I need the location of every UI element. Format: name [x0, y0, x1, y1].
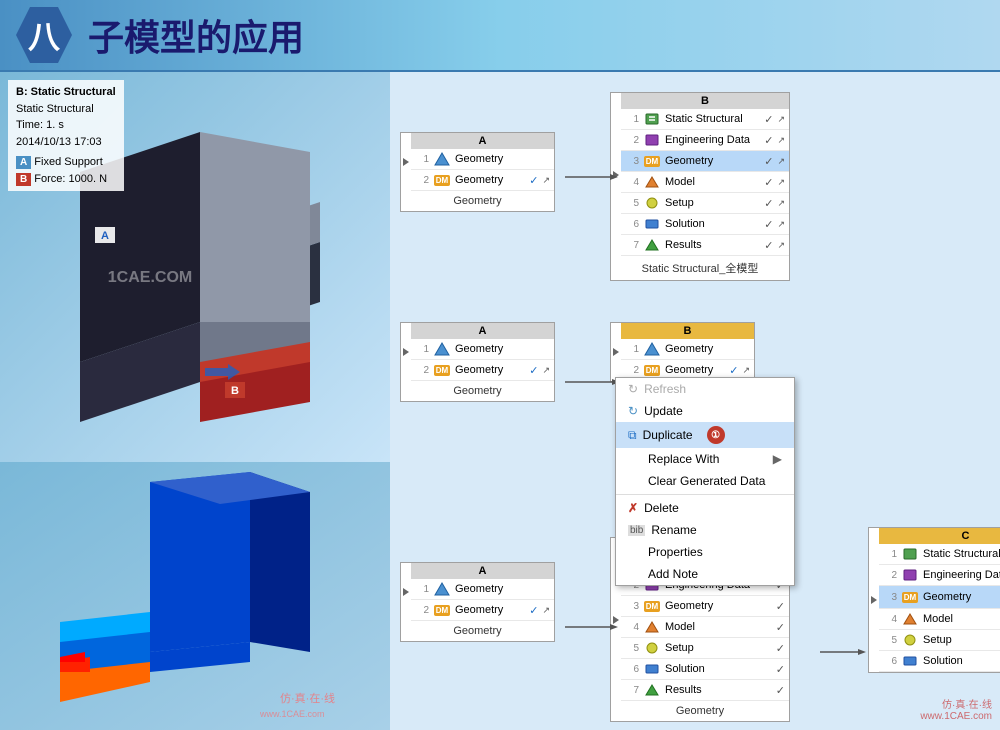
setup-icon [643, 195, 661, 211]
panel-b-top-row-7[interactable]: 7 Results ✓ ↗ [621, 235, 789, 256]
header-title: 子模型的应用 [88, 9, 304, 61]
dm-icon-mid-b: DM [643, 362, 661, 378]
fea-subtitle: Static Structural [16, 101, 116, 118]
panel-b-top-row-5[interactable]: 5 Setup ✓ ↗ [621, 193, 789, 214]
menu-item-clear[interactable]: Clear Generated Data [616, 470, 794, 492]
static-struct-icon [643, 111, 661, 127]
panel-a-mid: A 1 Geometry 2 DM Geometry ✓ ↗ [400, 322, 555, 402]
delete-icon: ✗ [628, 501, 638, 515]
panel-b-bot-row-6[interactable]: 6 Solution ✓ [621, 659, 789, 680]
menu-item-update[interactable]: ↻ Update [616, 400, 794, 422]
panel-a-bot-row-2[interactable]: 2 DM Geometry ✓ ↗ [411, 600, 554, 621]
panel-b-top-row-2[interactable]: 2 Engineering Data ✓ ↗ [621, 130, 789, 151]
model-icon [643, 174, 661, 190]
stress-panel: B: Static Structural 全模型 Equivalent Stre… [0, 462, 390, 730]
panel-b-top-row-4[interactable]: 4 Model ✓ ↗ [621, 172, 789, 193]
fea-time: Time: 1. s [16, 117, 116, 134]
results-icon [643, 237, 661, 253]
panel-a-bot-row-1[interactable]: 1 Geometry [411, 579, 554, 600]
menu-item-duplicate[interactable]: ⧉ Duplicate ① [616, 422, 794, 448]
panel-b-bot-label: Geometry [611, 701, 789, 721]
duplicate-icon: ⧉ [628, 428, 637, 443]
panel-b-top-label: Static Structural_全模型 [611, 256, 789, 280]
panel-c-bot-row-5[interactable]: 5 Setup ⚡ [879, 630, 1000, 651]
svg-text:B: B [231, 385, 239, 397]
dm-icon-mid: DM [433, 362, 451, 378]
dm-icon-bot-a: DM [433, 602, 451, 618]
fea-item-a: A Fixed Support [16, 154, 116, 171]
panel-c-bot: C 1 Static Structural ✓ ↗ 2 [868, 527, 1000, 673]
panel-b-bot-row-3[interactable]: 3 DM Geometry ✓ [621, 596, 789, 617]
panel-a-mid-row-1[interactable]: 1 Geometry [411, 339, 554, 360]
geometry-icon-mid [433, 341, 451, 357]
rename-icon: bib [628, 525, 645, 536]
panel-a-bot-label: Geometry [401, 621, 554, 641]
right-area: A 1 Geometry 2 DM Geometry ✓ [390, 72, 1000, 730]
panel-b-top-row-6[interactable]: 6 Solution ✓ ↗ [621, 214, 789, 235]
panel-a-bot: A 1 Geometry 2 DM Geometry ✓ ↗ [400, 562, 555, 642]
badge-a: A [16, 156, 31, 169]
eng-data-icon [643, 132, 661, 148]
menu-item-refresh[interactable]: ↻ Refresh [616, 378, 794, 400]
geometry-icon-1 [433, 151, 451, 167]
main-area: B: Static Structural Static Structural T… [0, 72, 1000, 730]
geom-icon-mid-b [643, 341, 661, 357]
panel-a-top-header: A [411, 133, 554, 149]
panel-b-bot-row-5[interactable]: 5 Setup ✓ [621, 638, 789, 659]
panel-b-top-row-3[interactable]: 3 DM Geometry ✓ ↗ [621, 151, 789, 172]
svg-text:1CAE.COM: 1CAE.COM [108, 269, 192, 286]
svg-text:www.1CAE.com: www.1CAE.com [259, 709, 325, 719]
panel-c-bot-row-1[interactable]: 1 Static Structural ✓ ↗ [879, 544, 1000, 565]
menu-item-rename[interactable]: bib Rename [616, 519, 794, 541]
model-3d-top: B: Static Structural Static Structural T… [0, 72, 390, 462]
badge-b: B [16, 173, 31, 186]
panel-c-bot-row-4[interactable]: 4 Model ✓ [879, 609, 1000, 630]
panel-a-top: A 1 Geometry 2 DM Geometry ✓ [400, 132, 555, 212]
panel-b-bot-row-7[interactable]: 7 Results ✓ [621, 680, 789, 701]
fea-title: B: Static Structural [16, 84, 116, 101]
fea-info-top: B: Static Structural Static Structural T… [8, 80, 124, 191]
panel-b-top: B 1 Static Structural ✓ ↗ 2 [610, 92, 790, 281]
fea-item-b: B Force: 1000. N [16, 171, 116, 188]
svg-text:仿·真·在·线: 仿·真·在·线 [280, 691, 335, 705]
duplicate-badge: ① [707, 426, 725, 444]
panel-a-top-row-1[interactable]: 1 Geometry [411, 149, 554, 170]
replace-arrow: ▶ [773, 452, 782, 466]
geom-icon-bot-a [433, 581, 451, 597]
fea-date: 2014/10/13 17:03 [16, 134, 116, 151]
panel-c-bot-header: C [879, 528, 1000, 544]
panel-b-top-row-1[interactable]: 1 Static Structural ✓ ↗ [621, 109, 789, 130]
update-icon: ↻ [628, 404, 638, 418]
solution-icon [643, 216, 661, 232]
dm-icon-1: DM [433, 172, 451, 188]
dm-icon-2: DM [643, 153, 661, 169]
menu-item-delete[interactable]: ✗ Delete [616, 497, 794, 519]
menu-item-properties[interactable]: Properties [616, 541, 794, 563]
header: 八 子模型的应用 [0, 0, 1000, 72]
panel-a-mid-label: Geometry [401, 381, 554, 401]
context-menu: ↻ Refresh ↻ Update ⧉ Duplicate ① Replace… [615, 377, 795, 586]
panel-a-mid-row-2[interactable]: 2 DM Geometry ✓ ↗ [411, 360, 554, 381]
panel-c-bot-row-2[interactable]: 2 Engineering Data ✓ [879, 565, 1000, 586]
refresh-icon: ↻ [628, 382, 638, 396]
panel-c-bot-row-6[interactable]: 6 Solution ⚡ [879, 651, 1000, 672]
menu-item-replace[interactable]: Replace With ▶ [616, 448, 794, 470]
panel-b-mid: B 1 Geometry 2 DM Geometry ✓ ↗ [610, 322, 755, 382]
menu-item-addnote[interactable]: Add Note [616, 563, 794, 585]
panel-b-bot-row-4[interactable]: 4 Model ✓ [621, 617, 789, 638]
panel-b-mid-row-1[interactable]: 1 Geometry [621, 339, 754, 360]
watermark: 仿·真·在·线 www.1CAE.com [920, 696, 992, 722]
panel-b-top-header: B [621, 93, 789, 109]
panel-a-top-label: Geometry [401, 191, 554, 211]
panel-b-mid-header: B [621, 323, 754, 339]
panel-c-bot-row-3[interactable]: 3 DM Geometry ② ✓ ↗ [879, 586, 1000, 609]
header-badge: 八 [16, 7, 72, 63]
panel-a-top-row-2[interactable]: 2 DM Geometry ✓ ↗ [411, 170, 554, 191]
panel-a-bot-header: A [411, 563, 554, 579]
panel-a-mid-header: A [411, 323, 554, 339]
menu-separator [616, 494, 794, 495]
svg-text:A: A [101, 230, 109, 242]
stress-svg: 仿·真·在·线 www.1CAE.com [0, 462, 390, 730]
